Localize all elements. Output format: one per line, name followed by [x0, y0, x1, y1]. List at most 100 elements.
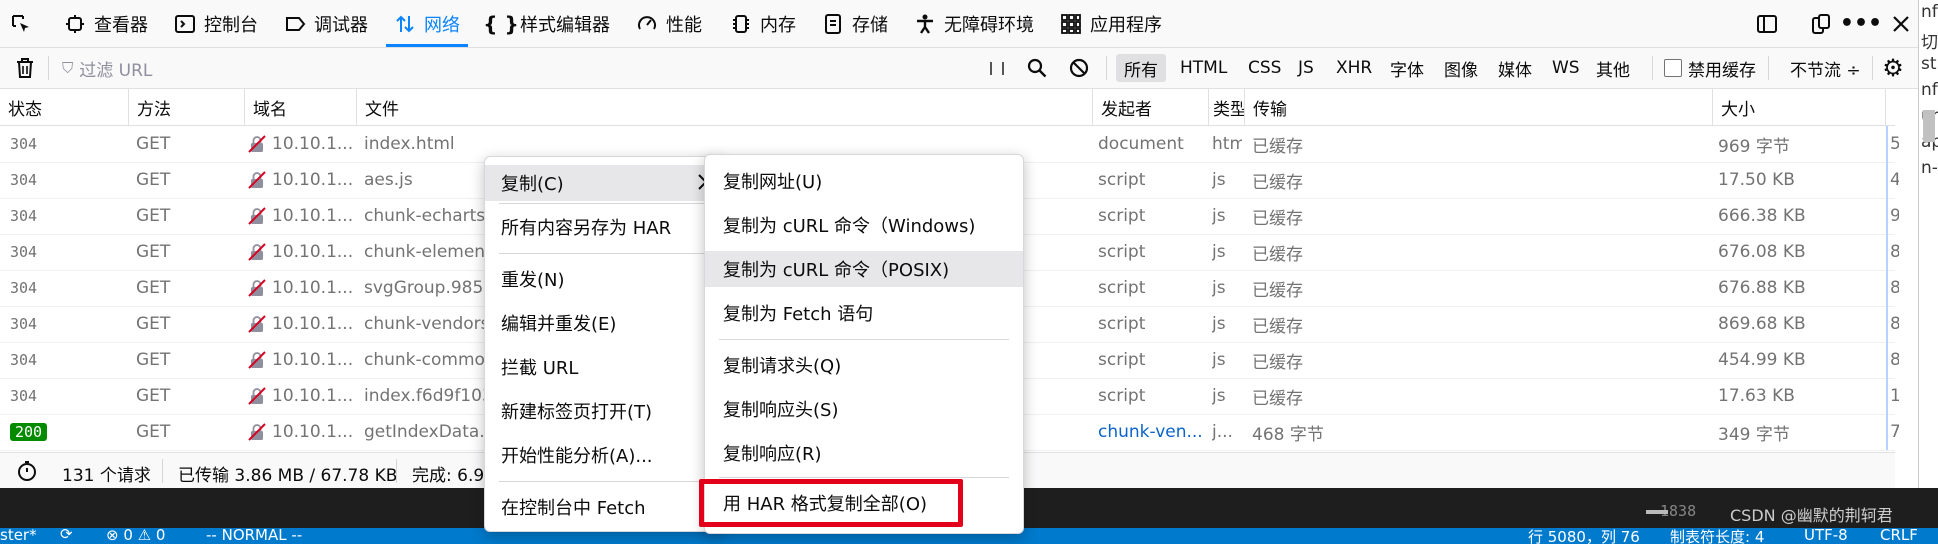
column-status[interactable]: 状态	[0, 89, 128, 125]
cell-method: GET	[136, 270, 236, 306]
transfer-text: 已缓存	[1252, 244, 1303, 265]
context-menu-item[interactable]: 所有内容另存为 HAR	[485, 209, 723, 245]
filter-type-css[interactable]: CSS	[1248, 48, 1281, 88]
column-initiator-label: 发起者	[1101, 99, 1152, 120]
console-icon	[174, 13, 196, 35]
cell-transferred: 已缓存	[1252, 234, 1702, 270]
filter-type-js[interactable]: JS	[1298, 48, 1314, 88]
column-size[interactable]: 大小	[1712, 89, 1885, 125]
submenu-item[interactable]: 复制响应(R)	[705, 435, 1023, 471]
settings-button[interactable]: ⚙	[1882, 48, 1904, 88]
submenu-item[interactable]: 复制为 Fetch 语句	[705, 295, 1023, 331]
tab-style-editor-label: 样式编辑器	[520, 14, 610, 36]
status-code: 304	[10, 315, 38, 333]
cell-status: 304	[10, 126, 120, 162]
request-table-header: 状态 方法 域名 文件 发起者 类型 传输 大小	[0, 89, 1895, 126]
column-domain[interactable]: 域名	[244, 89, 356, 125]
tab-size[interactable]: 制表符长度: 4	[1670, 528, 1764, 544]
submenu-item-label: 复制为 Fetch 语句	[723, 304, 874, 325]
more-options-button[interactable]: •••	[1839, 0, 1883, 47]
cell-status: 304	[10, 270, 120, 306]
tab-console[interactable]: 控制台	[174, 0, 258, 47]
filter-type-images[interactable]: 图像	[1444, 48, 1478, 88]
divider	[1768, 56, 1769, 80]
tab-network[interactable]: 网络	[386, 0, 468, 47]
column-type[interactable]: 类型	[1208, 89, 1244, 125]
cursor-position[interactable]: 行 5080，列 76	[1528, 528, 1640, 544]
transfer-text: 468 字节	[1252, 424, 1324, 445]
submenu-item[interactable]: 复制网址(U)	[705, 163, 1023, 199]
cell-status: 200	[10, 414, 120, 450]
scrollbar-thumb[interactable]	[1923, 110, 1935, 142]
url-filter-input[interactable]: ⛉ 过滤 URL	[62, 48, 152, 88]
column-initiator[interactable]: 发起者	[1092, 89, 1208, 125]
tab-debugger-label: 调试器	[314, 14, 368, 36]
highlight-annotation-box	[699, 479, 963, 527]
context-menu-item[interactable]: 开始性能分析(A)...	[485, 437, 723, 473]
context-menu-item[interactable]: 新建标签页打开(T)	[485, 393, 723, 429]
context-menu-item[interactable]: 拦截 URL	[485, 349, 723, 385]
column-extra[interactable]	[1885, 89, 1895, 125]
sidebar-toggle-button[interactable]	[1756, 0, 1778, 47]
context-menu-item-label: 所有内容另存为 HAR	[501, 218, 672, 239]
line-ending[interactable]: CRLF	[1880, 528, 1918, 544]
cell-type: html	[1212, 126, 1242, 162]
column-file[interactable]: 文件	[356, 89, 1092, 125]
context-menu-item[interactable]: 在控制台中 Fetch	[485, 489, 723, 525]
filter-type-font[interactable]: 字体	[1390, 48, 1424, 88]
block-requests-button[interactable]	[1068, 48, 1090, 88]
column-transferred[interactable]: 传输	[1244, 89, 1712, 125]
tab-storage[interactable]: 存储	[822, 0, 888, 47]
clear-requests-button[interactable]	[14, 48, 36, 88]
menu-separator	[719, 477, 1009, 478]
cell-extra: 8	[1886, 234, 1899, 270]
submenu-item[interactable]: 复制为 cURL 命令（Windows)	[705, 207, 1023, 243]
context-menu-item[interactable]: 复制(C)	[485, 165, 723, 201]
cell-type: js	[1212, 162, 1242, 198]
search-button[interactable]	[1026, 48, 1048, 88]
tab-application[interactable]: 应用程序	[1060, 0, 1162, 47]
throttle-select[interactable]: 不节流 ÷	[1790, 48, 1861, 88]
context-menu-item-label: 新建标签页打开(T)	[501, 402, 653, 423]
pause-button[interactable]	[990, 48, 1014, 88]
method-text: GET	[136, 206, 171, 226]
context-menu-item[interactable]: 重发(N)	[485, 261, 723, 297]
filter-type-ws[interactable]: WS	[1552, 48, 1580, 88]
dock-toggle-button[interactable]	[1810, 0, 1832, 47]
insecure-lock-icon	[248, 135, 266, 153]
disable-cache-checkbox[interactable]: 禁用缓存	[1664, 48, 1756, 88]
domain-text: 10.10.1...	[272, 170, 354, 190]
cell-file: index.html	[364, 126, 484, 162]
tab-style-editor[interactable]: { } 样式编辑器	[483, 0, 610, 47]
encoding[interactable]: UTF-8	[1804, 528, 1848, 544]
ellipsis-icon: •••	[1839, 11, 1883, 36]
submenu-item[interactable]: 复制请求头(Q)	[705, 347, 1023, 383]
column-method[interactable]: 方法	[128, 89, 244, 125]
tab-performance[interactable]: 性能	[636, 0, 702, 47]
initiator-text: script	[1098, 350, 1146, 370]
cell-transferred: 已缓存	[1252, 198, 1702, 234]
filter-type-xhr[interactable]: XHR	[1336, 48, 1372, 88]
filter-type-other[interactable]: 其他	[1596, 48, 1630, 88]
file-text: aes.js	[364, 170, 413, 190]
filter-type-media[interactable]: 媒体	[1498, 48, 1532, 88]
problems-indicator[interactable]: ⊗ 0 ⚠ 0	[106, 528, 165, 544]
tab-debugger[interactable]: 调试器	[284, 0, 368, 47]
close-icon	[1890, 13, 1912, 35]
submenu-item[interactable]: 复制为 cURL 命令（POSIX)	[705, 251, 1023, 287]
method-text: GET	[136, 314, 171, 334]
tab-memory[interactable]: 内存	[730, 0, 796, 47]
close-button[interactable]	[1890, 0, 1912, 47]
request-count: 131 个请求	[62, 466, 151, 486]
size-text: 969 字节	[1718, 136, 1790, 157]
insecure-lock-icon	[248, 315, 266, 333]
filter-type-all[interactable]: 所有	[1116, 54, 1166, 82]
submenu-item[interactable]: 复制响应头(S)	[705, 391, 1023, 427]
context-menu-item[interactable]: 编辑并重发(E)	[485, 305, 723, 341]
sync-icon[interactable]: ⟳	[60, 528, 73, 543]
tab-inspector[interactable]: 查看器	[64, 0, 148, 47]
domain-text: 10.10.1...	[272, 314, 354, 334]
element-picker-button[interactable]	[10, 0, 32, 47]
filter-type-html[interactable]: HTML	[1180, 48, 1227, 88]
tab-accessibility[interactable]: 无障碍环境	[914, 0, 1034, 47]
